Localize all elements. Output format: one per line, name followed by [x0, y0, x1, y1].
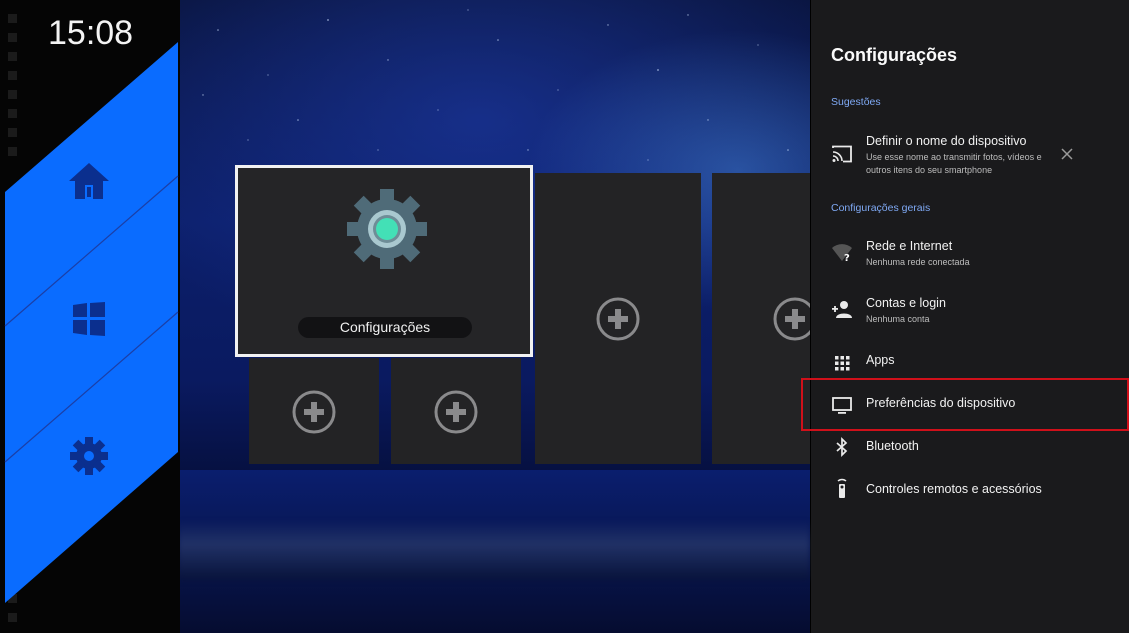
suggestion-title: Definir o nome do dispositivo — [866, 134, 1027, 148]
bluetooth-icon — [836, 436, 848, 458]
apps-grid-icon[interactable] — [72, 302, 106, 340]
menu-item-subtitle: Nenhuma conta — [866, 314, 930, 324]
empty-tile-2[interactable] — [391, 358, 521, 464]
home-icon[interactable] — [68, 161, 110, 205]
apps-dots-icon — [835, 356, 850, 371]
settings-panel: Configurações Sugestões Definir o nome d… — [811, 0, 1129, 633]
empty-tile-1[interactable] — [249, 358, 379, 464]
left-nav: 15:08 — [0, 0, 180, 633]
remote-icon — [837, 478, 847, 498]
menu-item-network[interactable]: ? Rede e Internet Nenhuma rede conectada — [811, 239, 1129, 279]
wifi-question-icon: ? — [832, 244, 852, 264]
menu-item-label: Contas e login — [866, 296, 946, 310]
selection-highlight — [801, 378, 1129, 431]
empty-tile-3[interactable] — [535, 173, 701, 464]
panel-title: Configurações — [831, 45, 958, 65]
settings-app-icon — [347, 189, 427, 269]
empty-tile-4[interactable] — [712, 173, 810, 464]
svg-text:?: ? — [844, 253, 850, 264]
cast-icon — [832, 145, 852, 163]
add-circle-icon — [292, 390, 336, 434]
suggestions-header: Sugestões — [831, 96, 881, 108]
general-header: Configurações gerais — [831, 202, 931, 214]
menu-item-label: Apps — [866, 353, 895, 367]
mountains — [178, 520, 810, 580]
suggestion-device-name[interactable]: Definir o nome do dispositivo Use esse n… — [811, 134, 1129, 182]
close-icon[interactable] — [1061, 148, 1073, 160]
settings-gear-icon[interactable] — [69, 436, 109, 480]
add-circle-icon — [434, 390, 478, 434]
clock: 15:08 — [48, 14, 134, 52]
menu-item-remotes[interactable]: Controles remotos e acessórios — [811, 478, 1129, 522]
add-person-icon — [832, 301, 852, 318]
add-circle-icon — [596, 297, 640, 341]
add-circle-icon — [773, 297, 810, 341]
menu-item-label: Rede e Internet — [866, 239, 953, 253]
menu-item-subtitle: Nenhuma rede conectada — [866, 257, 970, 267]
menu-item-label: Bluetooth — [866, 439, 919, 453]
menu-item-label: Controles remotos e acessórios — [866, 482, 1042, 496]
menu-item-bluetooth[interactable]: Bluetooth — [811, 436, 1129, 479]
selected-tile-settings[interactable]: Configurações — [235, 165, 533, 357]
menu-item-accounts[interactable]: Contas e login Nenhuma conta — [811, 296, 1129, 336]
suggestion-subtitle: Use esse nome ao transmitir fotos, vídeo… — [866, 152, 1042, 175]
tile-label: Configurações — [298, 317, 472, 338]
